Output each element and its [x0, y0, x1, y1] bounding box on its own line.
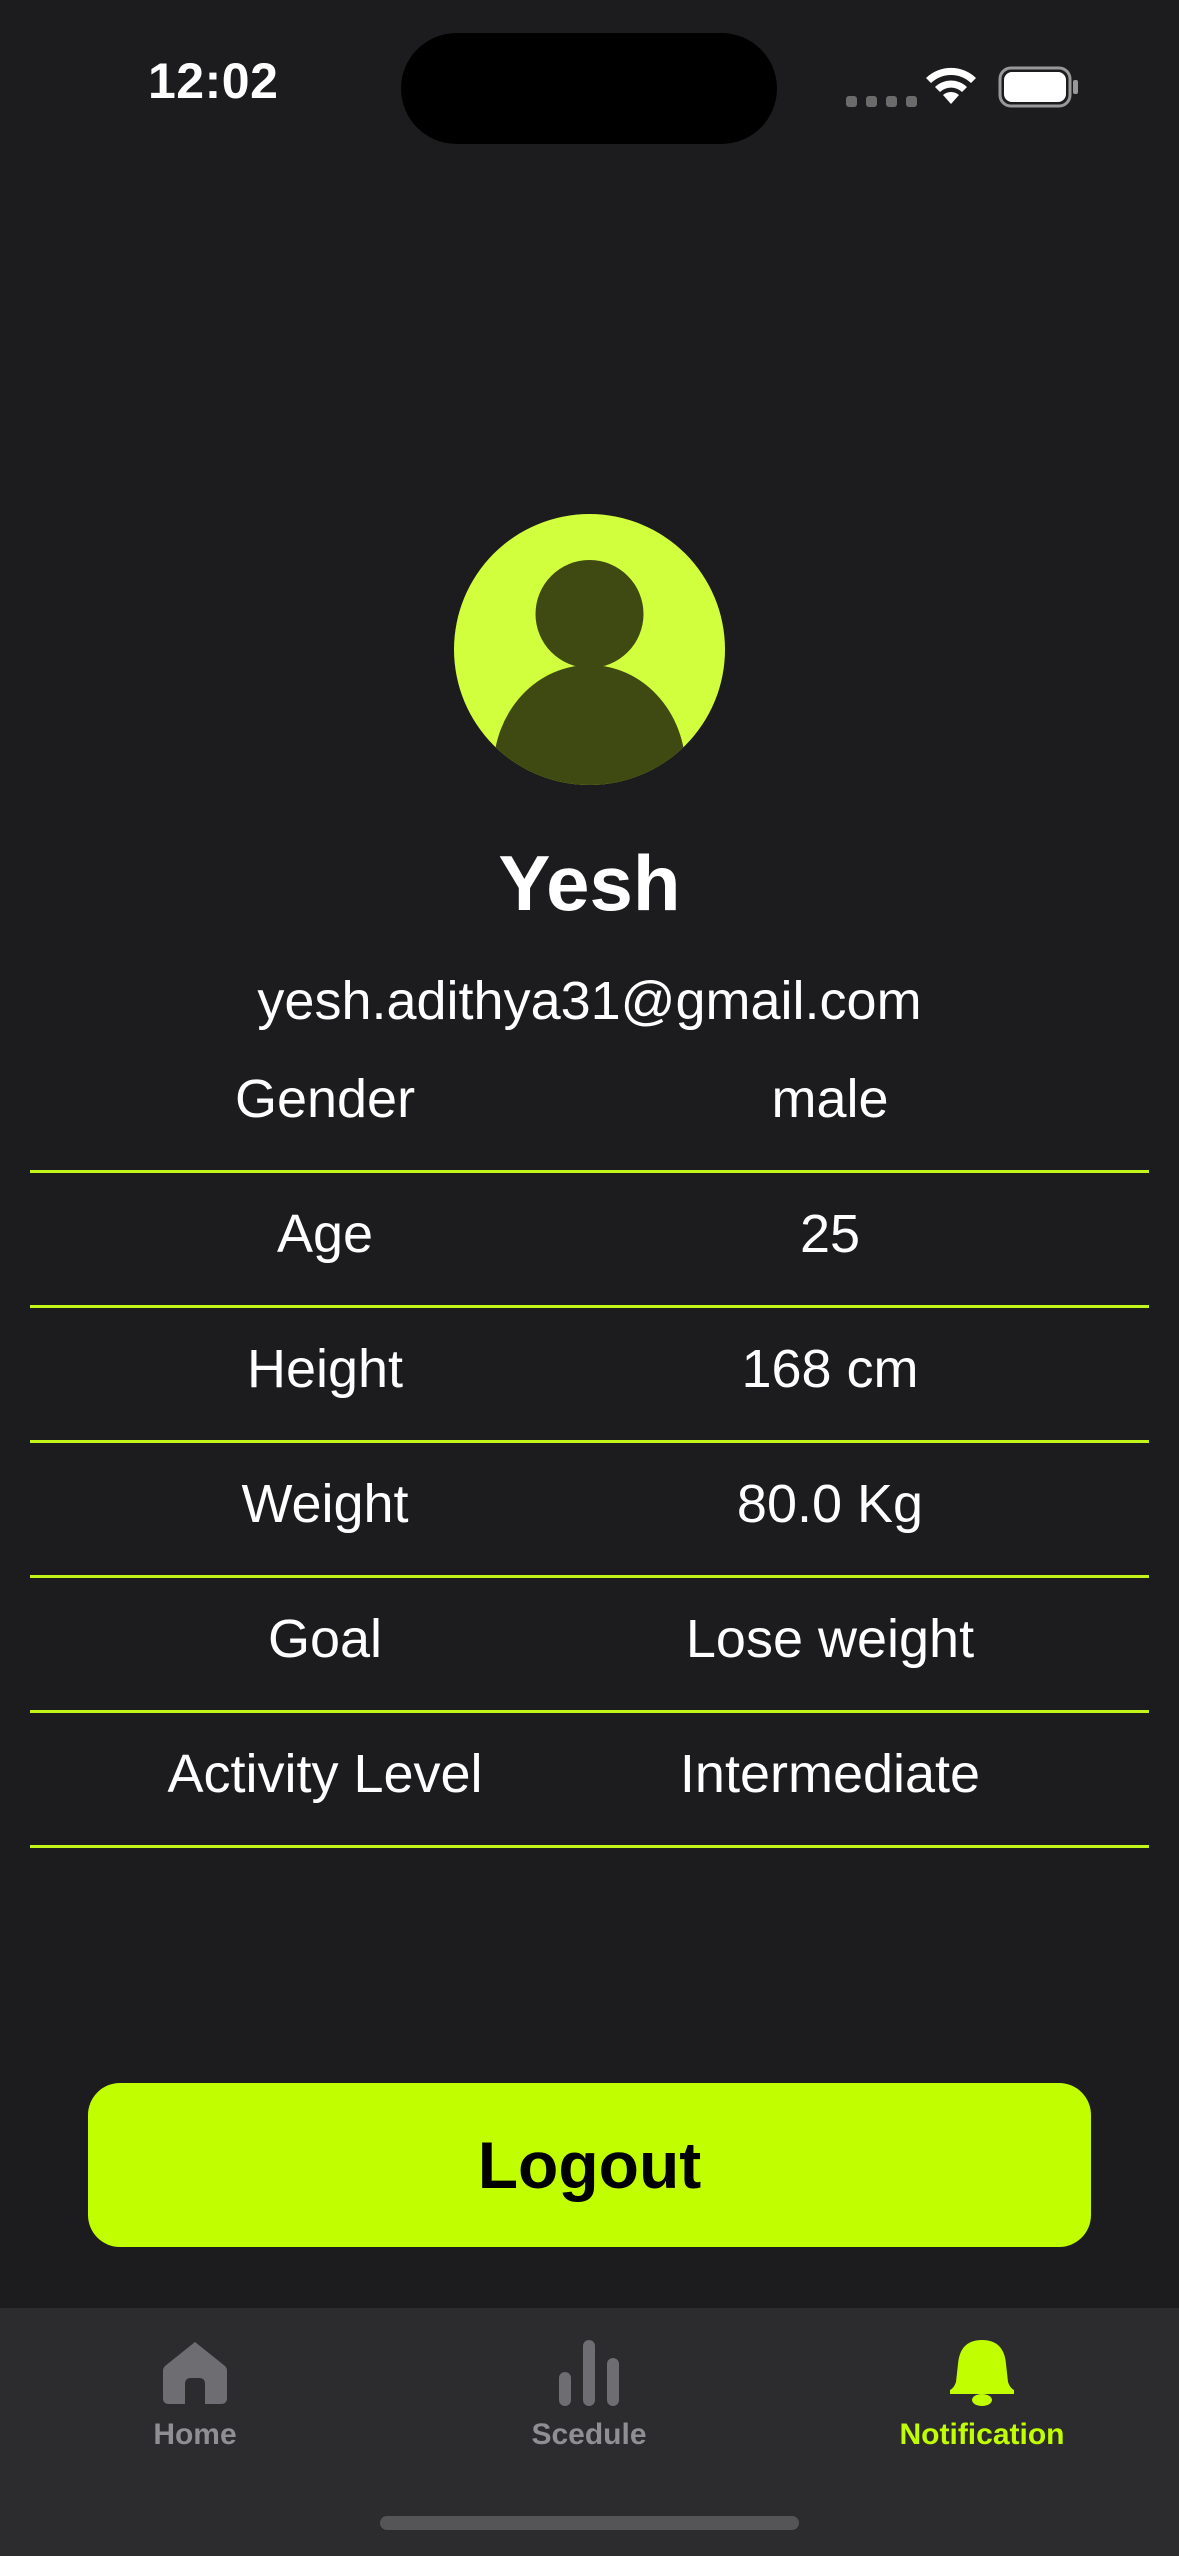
avatar: [454, 514, 725, 785]
tab-label: Home: [153, 2418, 237, 2451]
info-row-weight: Weight 80.0 Kg: [30, 1443, 1149, 1578]
info-row-age: Age 25: [30, 1173, 1149, 1308]
dynamic-island: [401, 33, 777, 144]
profile-name: Yesh: [498, 839, 681, 927]
cellular-signal-icon: [846, 96, 917, 107]
profile-screen: 12:02 Yesh yesh.adithya31@gmail.com Gend…: [0, 0, 1179, 2556]
tab-label: Scedule: [531, 2418, 647, 2451]
info-value: Lose weight: [685, 1609, 975, 1669]
wifi-icon: [926, 67, 976, 104]
battery-icon: [998, 66, 1078, 108]
tab-scedule[interactable]: Scedule: [439, 2328, 739, 2478]
info-row-height: Height 168 cm: [30, 1308, 1149, 1443]
info-value: 168 cm: [741, 1339, 919, 1399]
info-value: Intermediate: [679, 1744, 981, 1804]
tab-home[interactable]: Home: [45, 2328, 345, 2478]
profile-email: yesh.adithya31@gmail.com: [257, 971, 922, 1031]
bell-icon: [950, 2340, 1014, 2406]
home-icon: [163, 2342, 227, 2404]
info-row-activity-level: Activity Level Intermediate: [30, 1713, 1149, 1848]
info-row-goal: Goal Lose weight: [30, 1578, 1149, 1713]
info-row-gender: Gender male: [30, 1038, 1149, 1173]
tab-notification[interactable]: Notification: [832, 2328, 1132, 2478]
logout-button[interactable]: Logout: [88, 2083, 1091, 2247]
info-value: 25: [799, 1204, 861, 1264]
home-indicator: [380, 2516, 799, 2530]
info-value: male: [771, 1069, 889, 1129]
person-icon: [493, 560, 686, 785]
bar-chart-icon: [559, 2340, 619, 2406]
tab-label: Notification: [899, 2418, 1065, 2451]
profile-info-table: Gender male Age 25 Height 168 cm Weight …: [30, 1038, 1149, 1848]
status-time: 12:02: [148, 53, 279, 109]
info-value: 80.0 Kg: [736, 1474, 924, 1534]
